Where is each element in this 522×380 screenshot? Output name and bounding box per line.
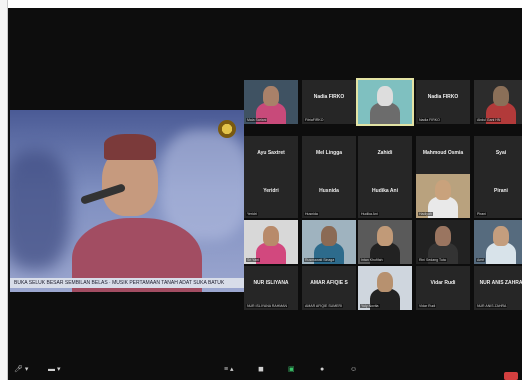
participant-face <box>435 226 451 246</box>
participant-tile[interactable]: Nadia FIRKO FitriaFIRKO <box>302 80 356 124</box>
participant-tile[interactable] <box>356 78 414 126</box>
participant-name: NUR ISLIYANA <box>253 280 289 286</box>
participant-tile[interactable]: NUR ANIS ZAHRA NUR ANIS ZAHRA <box>474 266 522 310</box>
end-meeting-button[interactable] <box>504 372 518 380</box>
participant-tile[interactable]: NUR ISLIYANA NUR ISLIYANA RAHMAN <box>244 266 298 310</box>
participant-label: Vidar Rudi <box>418 304 437 308</box>
participant-name: Syai <box>495 150 507 156</box>
participant-name: Mahmoud Osmia <box>422 150 464 156</box>
participant-name: Pirani <box>494 188 508 194</box>
participant-name: Mel Lingga <box>315 150 343 156</box>
participant-label: AMAR AFIQIE SUMERI <box>304 304 343 308</box>
participant-name: Vidar Rudi <box>430 280 456 286</box>
participant-name: Yeridri <box>263 188 279 194</box>
participant-face <box>321 226 337 246</box>
participant-name: Nadia FIRKO <box>313 94 345 100</box>
reactions-icon[interactable]: ☺ <box>350 366 357 374</box>
participant-face <box>493 226 509 246</box>
participant-label: Rini Sedang Tuta <box>418 258 447 262</box>
meeting-toolbar: 🎤︎ ▾ ▬ ▾ ≡ ▴ ◼ ▣ ● ☺ <box>8 352 522 380</box>
participant-face <box>377 226 393 246</box>
participant-tile[interactable]: Pirani Pirani <box>474 174 522 218</box>
participant-label: Nadia FIRKO <box>418 118 441 122</box>
participant-label: Yuly Novita <box>360 304 380 308</box>
participant-label: Hudika Ani <box>360 212 379 216</box>
share-icon[interactable]: ▣ <box>288 366 295 374</box>
window-frame-edge <box>0 0 8 380</box>
participant-label: Abdul Gani HN <box>476 118 502 122</box>
participant-tile[interactable]: Intan Khofifah <box>358 220 412 264</box>
participant-name: AMAR AFIQIE S <box>310 280 348 286</box>
participant-label: Intan Khofifah <box>360 258 384 262</box>
participant-label: NUR ANIS ZAHRA <box>476 304 508 308</box>
participant-label: NUR ISLIYANA RAHMAN <box>246 304 288 308</box>
participants-icon[interactable]: ≡ ▴ <box>224 366 234 374</box>
participant-face <box>493 86 509 106</box>
emblem-logo <box>218 120 236 138</box>
participant-label: Sri Yani <box>246 258 260 262</box>
participant-face <box>377 272 393 292</box>
participant-name: NUR ANIS ZAHRA <box>479 280 522 286</box>
participant-label: Yeridri <box>246 212 258 216</box>
participant-face <box>263 226 279 246</box>
participant-name: Husnida <box>319 188 339 194</box>
participant-label: Pirani <box>476 212 487 216</box>
participant-face <box>377 86 393 106</box>
participant-tile[interactable]: Vidar Rudi Vidar Rudi <box>416 266 470 310</box>
news-ticker: BUKA SELUK BESAR SEMBILAN BELAS · MUSIK … <box>10 278 244 288</box>
meeting-window: BUKA SELUK BESAR SEMBILAN BELAS · MUSIK … <box>8 8 522 380</box>
participant-tile[interactable]: Husnida Husnida <box>302 174 356 218</box>
chat-icon[interactable]: ◼ <box>258 366 264 374</box>
participant-name: Nadia FIRKO <box>427 94 459 100</box>
participant-tile[interactable]: Nadia FIRKO Nadia FIRKO <box>416 80 470 124</box>
participant-tile[interactable]: Yuly Novita <box>358 266 412 310</box>
shared-screen: BUKA SELUK BESAR SEMBILAN BELAS · MUSIK … <box>10 110 244 292</box>
participant-tile[interactable]: AMAR AFIQIE S AMAR AFIQIE SUMERI <box>302 266 356 310</box>
participant-label: Amri <box>476 258 486 262</box>
presenter-cap <box>104 134 156 160</box>
participant-face <box>263 86 279 106</box>
participant-tile[interactable]: Yeridri Yeridri <box>244 174 298 218</box>
participant-name: Zahidi <box>377 150 393 156</box>
participant-label: Rusmawati Sinaga <box>304 258 336 262</box>
mic-icon[interactable]: 🎤︎ ▾ <box>14 366 28 374</box>
participant-tile[interactable]: Rini Sedang Tuta <box>416 220 470 264</box>
video-icon[interactable]: ▬ ▾ <box>48 366 60 374</box>
participant-tile[interactable]: Hadiyah <box>416 174 470 218</box>
record-icon[interactable]: ● <box>320 366 324 374</box>
participant-face <box>435 180 451 200</box>
participant-tile[interactable]: Amri <box>474 220 522 264</box>
participant-name: Ayu Saxtret <box>257 150 285 156</box>
participant-label: Husnida <box>304 212 319 216</box>
participant-label: FitriaFIRKO <box>304 118 325 122</box>
participant-tile[interactable]: Rusmawati Sinaga <box>302 220 356 264</box>
participant-label: Mala Sariani <box>246 118 268 122</box>
participant-tile[interactable]: Hudika Ani Hudika Ani <box>358 174 412 218</box>
participant-tile[interactable]: Abdul Gani HN <box>474 80 522 124</box>
participant-name: Hudika Ani <box>372 188 398 194</box>
participant-tile[interactable]: Mala Sariani <box>244 80 298 124</box>
participant-tile[interactable]: Sri Yani <box>244 220 298 264</box>
participant-label: Hadiyah <box>418 212 433 216</box>
